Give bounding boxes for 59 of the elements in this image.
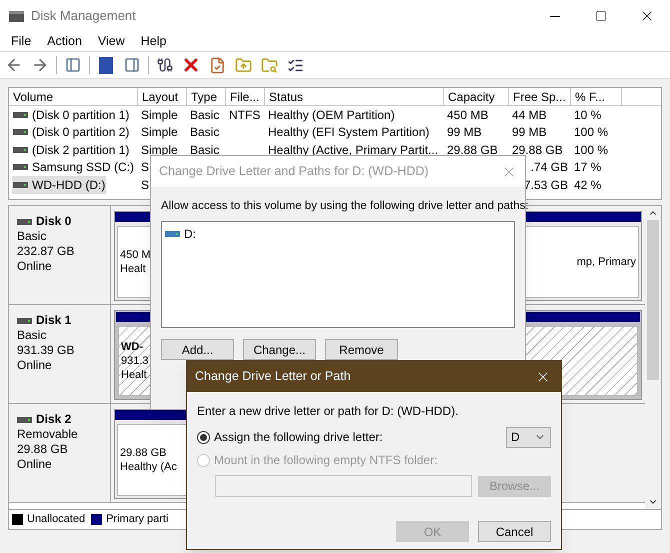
partition-text: Healthy (Ac <box>120 460 177 474</box>
disk-type: Basic <box>17 229 48 244</box>
partition-text: 931.3 <box>121 354 149 368</box>
table-cell-text: 7.53 GB <box>524 176 568 194</box>
table-cell-text: Basic <box>190 124 220 142</box>
table-cell-text: 450 MB <box>447 106 488 124</box>
table-cell-text: Simple <box>141 124 178 142</box>
disk-status: Online <box>17 358 53 373</box>
table-cell-text: Simple <box>141 106 178 124</box>
instruction-text: Allow access to this volume by using the following drive letter and paths: <box>161 199 529 214</box>
table-cell-text: Healthy (OEM Partition) <box>268 106 395 124</box>
disk-size: 232.87 GB <box>17 244 76 259</box>
table-cell-text: NTFS <box>229 106 260 124</box>
partition-text: 450 M <box>120 248 151 262</box>
table-cell-text: 17 % <box>574 159 602 176</box>
window-title: Disk Management <box>31 7 136 26</box>
table-cell: (Disk 2 partition 1) <box>12 140 130 159</box>
table-cell-text: 99 MB <box>447 124 482 142</box>
legend-label: Primary parti <box>106 512 168 528</box>
disk-name: Disk 0 <box>36 214 72 229</box>
dialog-title: Change Drive Letter or Path <box>195 368 351 386</box>
table-cell-text: 100 % <box>574 142 608 159</box>
instruction-text: Enter a new drive letter or path for D: (WD-HDD). <box>197 403 458 420</box>
table-cell: (Disk 0 partition 2) <box>12 123 130 142</box>
table-cell: Samsung SSD (C:) <box>12 158 136 176</box>
table-cell-text: 29.88 GB <box>512 142 563 159</box>
partition-text: mp, Primary <box>576 255 636 269</box>
table-cell-text: Basic <box>190 142 220 159</box>
table-cell-text: S <box>141 176 150 194</box>
table-cell: WD-HDD (D:) <box>12 176 106 194</box>
disk-type: Basic <box>17 328 48 343</box>
radio-label: Assign the following drive letter: <box>214 429 383 446</box>
table-cell-text: 29.88 GB <box>447 142 498 159</box>
table-cell-text: Basic <box>190 106 220 124</box>
table-cell-text: Healthy (Active, Primary Partit... <box>268 142 438 159</box>
disk-status: Online <box>17 457 53 472</box>
disk-type: Removable <box>17 427 79 442</box>
table-cell-text: S <box>141 159 150 176</box>
dialog-title: Change Drive Letter and Paths for D: (WD-HDD) <box>159 163 429 180</box>
table-cell-text: .74 GB <box>530 159 568 176</box>
partition-text: Healt <box>121 368 147 382</box>
disk-size: 29.88 GB <box>17 442 69 457</box>
radio-label: Mount in the following empty NTFS folder: <box>214 452 438 469</box>
table-cell-text: 44 MB <box>512 106 547 124</box>
table-cell-text: 10 % <box>574 106 602 124</box>
table-cell-text: 100 % <box>574 124 608 142</box>
partition-text: WD- <box>121 340 143 354</box>
disk-name: Disk 2 <box>36 412 72 427</box>
partition-text: 29.88 GB <box>120 446 166 460</box>
disk-name: Disk 1 <box>36 313 72 328</box>
table-cell-text: 42 % <box>574 176 602 194</box>
legend-label: Unallocated <box>27 512 86 528</box>
disk-status: Online <box>17 259 53 274</box>
table-cell: (Disk 0 partition 1) <box>12 106 130 124</box>
disk-size: 931.39 GB <box>17 343 76 358</box>
table-cell-text: Simple <box>141 142 178 159</box>
partition-text: Healt <box>120 262 146 276</box>
table-cell-text: Healthy (EFI System Partition) <box>268 124 430 142</box>
table-cell-text: 99 MB <box>512 124 547 142</box>
